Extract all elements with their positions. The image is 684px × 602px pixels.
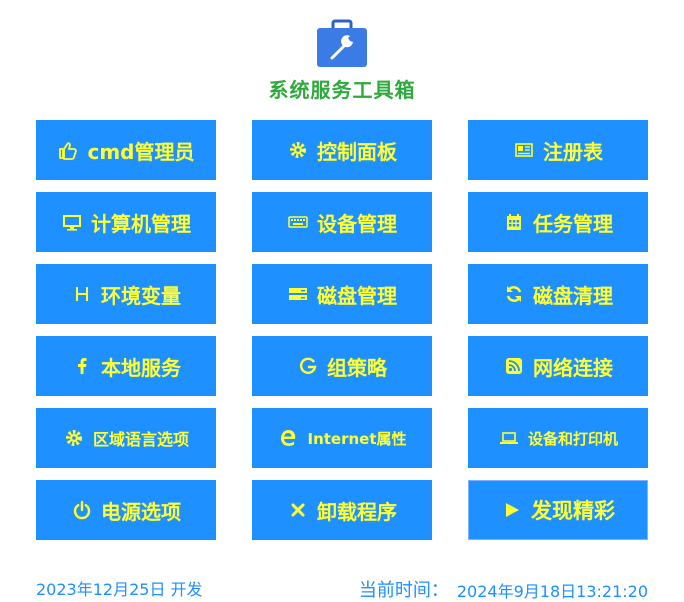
disk-management-button[interactable]: 磁盘管理 xyxy=(252,264,432,324)
rss-icon xyxy=(503,355,525,377)
task-manager-button[interactable]: 任务管理 xyxy=(468,192,648,252)
computer-management-button[interactable]: 计算机管理 xyxy=(36,192,216,252)
refresh-icon xyxy=(503,283,525,305)
registry-button[interactable]: 注册表 xyxy=(468,120,648,180)
tile-label: 磁盘管理 xyxy=(317,283,397,308)
header: 系统服务工具箱 xyxy=(0,18,684,103)
edge-icon xyxy=(277,427,299,449)
clock: 当前时间： 2024年9月18日13:21:20 xyxy=(359,576,648,602)
calendar-icon xyxy=(503,211,525,233)
devices-printers-button[interactable]: 设备和打印机 xyxy=(468,408,648,468)
tile-label: 本地服务 xyxy=(101,355,181,380)
app-title: 系统服务工具箱 xyxy=(268,78,416,102)
keyboard-icon xyxy=(287,211,309,233)
clock-label: 当前时间： xyxy=(358,580,449,601)
play-icon xyxy=(501,499,523,521)
build-info: 2023年12月25日 开发 xyxy=(36,580,203,599)
tile-label: 组策略 xyxy=(327,355,387,380)
briefcase-wrench-icon xyxy=(317,19,367,67)
tile-label: 磁盘清理 xyxy=(533,283,613,308)
local-services-button[interactable]: 本地服务 xyxy=(36,336,216,396)
environment-variables-button[interactable]: 环境变量 xyxy=(36,264,216,324)
tile-label: 区域语言选项 xyxy=(92,430,189,449)
group-policy-button[interactable]: 组策略 xyxy=(252,336,432,396)
uninstall-programs-button[interactable]: 卸载程序 xyxy=(252,480,432,540)
discover-button[interactable]: 发现精彩 xyxy=(468,480,648,540)
clock-value: 2024年9月18日13:21:20 xyxy=(456,582,648,601)
device-manager-button[interactable]: 设备管理 xyxy=(252,192,432,252)
control-panel-button[interactable]: 控制面板 xyxy=(252,120,432,180)
tile-label: 计算机管理 xyxy=(91,211,191,236)
tile-label: 卸载程序 xyxy=(317,499,397,524)
close-icon xyxy=(287,499,309,521)
tile-label: 设备管理 xyxy=(317,211,397,236)
gear-icon xyxy=(63,427,85,449)
thumbs-up-icon xyxy=(57,139,79,161)
region-language-button[interactable]: 区域语言选项 xyxy=(36,408,216,468)
tile-label: 注册表 xyxy=(543,139,603,164)
power-options-button[interactable]: 电源选项 xyxy=(36,480,216,540)
letter-h-icon xyxy=(71,283,93,305)
laptop-icon xyxy=(498,427,520,449)
tile-label: Internet属性 xyxy=(307,429,407,448)
monitor-icon xyxy=(61,211,83,233)
tile-label: 发现精彩 xyxy=(531,499,615,523)
disk-cleanup-button[interactable]: 磁盘清理 xyxy=(468,264,648,324)
facebook-f-icon xyxy=(71,355,93,377)
tile-label: 任务管理 xyxy=(533,211,613,236)
tile-label: 设备和打印机 xyxy=(527,429,618,448)
tile-label: cmd管理员 xyxy=(87,139,195,164)
tile-label: 环境变量 xyxy=(101,283,181,308)
gear-icon xyxy=(287,139,309,161)
tile-label: 电源选项 xyxy=(101,499,181,524)
tool-grid: cmd管理员 控制面板 注册表 计算机管理 设备管理 任务管理 环境变量 磁盘管… xyxy=(36,120,648,540)
tile-label: 网络连接 xyxy=(533,355,613,380)
disk-icon xyxy=(287,283,309,305)
internet-options-button[interactable]: Internet属性 xyxy=(252,408,432,468)
newspaper-icon xyxy=(513,139,535,161)
power-icon xyxy=(71,499,93,521)
tile-label: 控制面板 xyxy=(317,139,397,164)
cmd-admin-button[interactable]: cmd管理员 xyxy=(36,120,216,180)
network-connections-button[interactable]: 网络连接 xyxy=(468,336,648,396)
letter-g-icon xyxy=(297,355,319,377)
